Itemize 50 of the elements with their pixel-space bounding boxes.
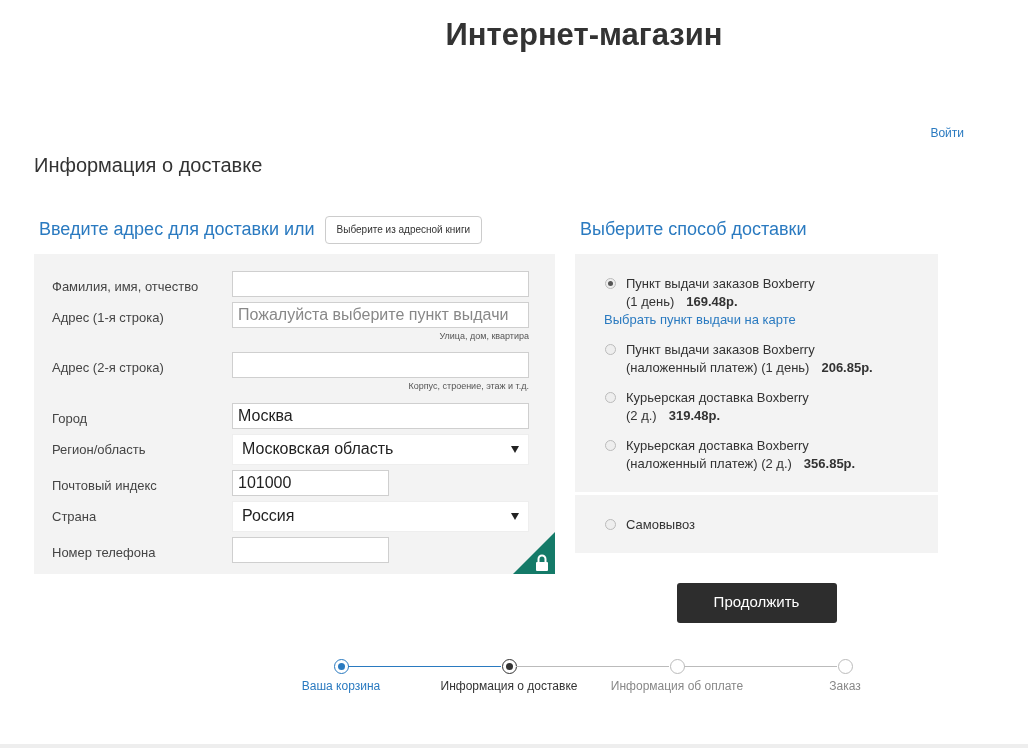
field-label: Фамилия, имя, отчество — [52, 277, 200, 296]
input-field[interactable]: 101000 — [232, 469, 389, 496]
dropdown-caret-icon — [511, 512, 519, 520]
option-detail: (2 д.) — [626, 406, 657, 425]
radio-button[interactable] — [605, 343, 616, 355]
option-detail: (1 день) — [626, 292, 675, 311]
store-title: Интернет-магазин — [445, 16, 723, 54]
option-name: Пункт выдачи заказов Boxberry — [626, 340, 816, 359]
continue-button[interactable]: Продолжить — [676, 582, 837, 623]
radio-button[interactable] — [605, 277, 616, 289]
input-field[interactable] — [232, 536, 389, 563]
field-hint: Улица, дом, квартира — [439, 329, 529, 343]
radio-button[interactable] — [605, 518, 616, 530]
input-field[interactable]: Пожалуйста выберите пункт выдачи — [232, 301, 529, 328]
input-field[interactable] — [232, 270, 529, 297]
field-label: Номер телефона — [52, 543, 157, 562]
option-price: 319.48р. — [668, 406, 721, 425]
login-link[interactable]: Войти — [930, 123, 964, 142]
step-label: Ваша корзина — [301, 677, 381, 695]
step-label: Информация о доставке — [440, 677, 578, 695]
option-detail: (наложенный платеж) (1 день) — [626, 358, 810, 377]
radio-button[interactable] — [605, 391, 616, 403]
option-detail: (наложенный платеж) (2 д.) — [626, 454, 792, 473]
option-name: Курьерская доставка Boxberry — [626, 436, 810, 455]
option-name: Самовывоз — [626, 515, 695, 534]
option-name: Пункт выдачи заказов Boxberry — [626, 274, 815, 293]
field-label: Адрес (1-я строка) — [52, 308, 165, 327]
map-pickup-link[interactable]: Выбрать пункт выдачи на карте — [604, 310, 908, 329]
option-price: 356.85р. — [803, 454, 856, 473]
input-field[interactable] — [232, 352, 529, 378]
select-field[interactable]: Россия — [232, 500, 529, 532]
option-price: 169.48р. — [686, 292, 738, 311]
step-label: Заказ — [829, 677, 861, 695]
field-label: Регион/область — [52, 440, 147, 459]
address-heading: Введите адрес для доставки или — [39, 218, 315, 241]
radio-button[interactable] — [605, 439, 616, 451]
field-label: Страна — [52, 507, 98, 526]
field-label: Почтовый индекс — [52, 476, 158, 495]
dropdown-caret-icon — [511, 445, 519, 453]
option-price: 206.85р. — [821, 358, 873, 377]
field-label: Адрес (2-я строка) — [52, 359, 165, 377]
field-label: Город — [52, 409, 89, 428]
address-book-button[interactable]: Выберите из адресной книги — [324, 215, 483, 244]
section-title: Информация о доставке — [33, 152, 264, 178]
option-name: Курьерская доставка Boxberry — [626, 388, 809, 407]
input-field[interactable]: Москва — [232, 402, 529, 429]
shipping-heading: Выберите способ доставки — [580, 218, 807, 241]
step-label: Информация об оплате — [610, 677, 744, 695]
field-hint: Корпус, строение, этаж и т.д. — [408, 380, 529, 393]
select-field[interactable]: Московская область — [232, 433, 529, 465]
